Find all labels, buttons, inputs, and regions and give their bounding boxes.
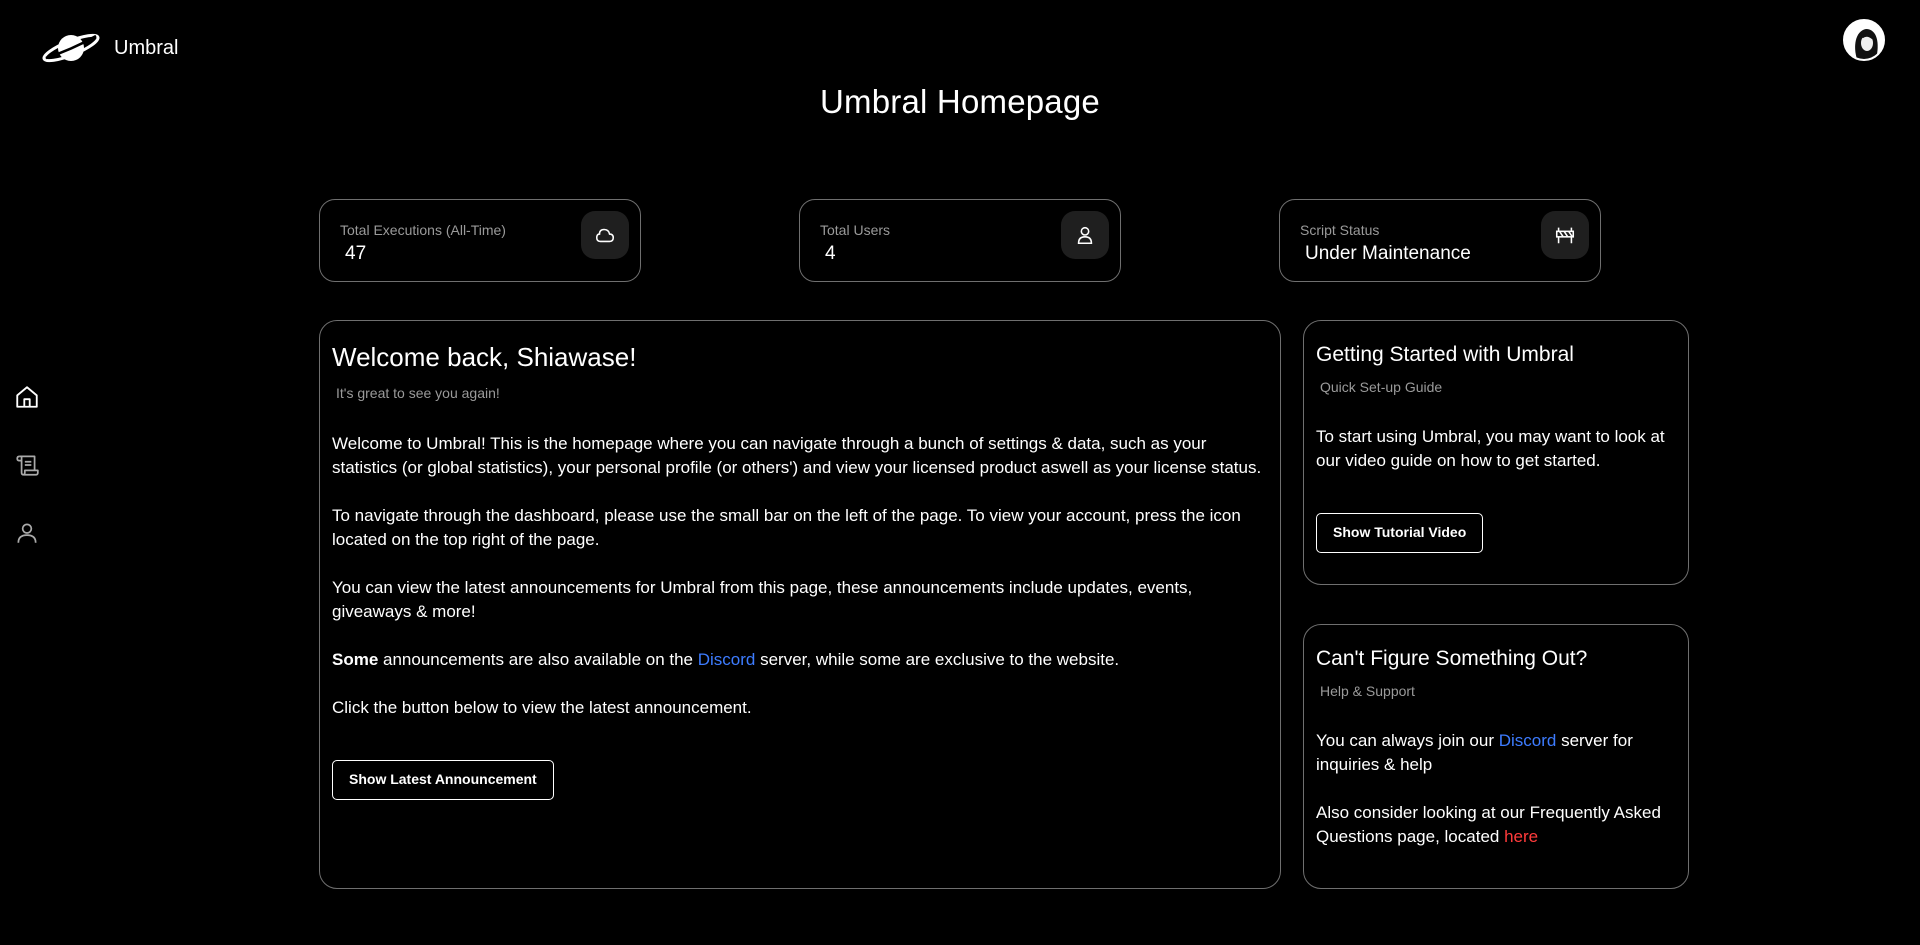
- welcome-paragraph: Welcome to Umbral! This is the homepage …: [332, 434, 1262, 477]
- help-paragraph: Also consider looking at our Frequently …: [1316, 801, 1676, 849]
- stat-value: 4: [825, 243, 836, 264]
- planet-logo-icon: [42, 33, 100, 63]
- sidebar: [14, 384, 42, 588]
- home-icon: [16, 386, 38, 408]
- help-paragraph: You can always join our Discord server f…: [1316, 729, 1676, 777]
- stat-card-users: Total Users 4: [799, 199, 1121, 282]
- help-title: Can't Figure Something Out?: [1316, 647, 1588, 670]
- brand[interactable]: Umbral: [40, 28, 178, 68]
- discord-link[interactable]: Discord: [1499, 731, 1557, 750]
- text: server, while some are exclusive to the …: [755, 650, 1120, 669]
- stat-card-script-status: Script Status Under Maintenance: [1279, 199, 1601, 282]
- welcome-paragraph: Some announcements are also available on…: [332, 648, 1268, 672]
- faq-link[interactable]: here: [1504, 827, 1538, 846]
- getting-started-title: Getting Started with Umbral: [1316, 343, 1574, 366]
- help-card: Can't Figure Something Out? Help & Suppo…: [1303, 624, 1689, 889]
- sidebar-item-scripts[interactable]: [14, 452, 42, 480]
- show-latest-announcement-button[interactable]: Show Latest Announcement: [332, 760, 554, 800]
- stat-label: Total Users: [820, 222, 891, 238]
- cloud-icon: [595, 228, 615, 243]
- help-subtitle: Help & Support: [1320, 683, 1415, 699]
- welcome-title: Welcome back, Shiawase!: [332, 342, 637, 372]
- getting-started-card: Getting Started with Umbral Quick Set-up…: [1303, 320, 1689, 585]
- text: announcements are also available on the: [378, 650, 698, 669]
- getting-started-body: To start using Umbral, you may want to l…: [1316, 427, 1665, 470]
- stat-label: Total Executions (All-Time): [340, 222, 506, 238]
- text: You can always join our: [1316, 731, 1499, 750]
- sidebar-item-profile[interactable]: [14, 520, 42, 548]
- text: Also consider looking at our Frequently …: [1316, 803, 1661, 846]
- page-title: Umbral Homepage: [820, 83, 1100, 120]
- homepage: Umbral Umbral Homepage Total Executions …: [0, 0, 1920, 945]
- user-avatar[interactable]: [1843, 19, 1885, 61]
- user-icon: [17, 523, 37, 543]
- welcome-paragraph: You can view the latest announcements fo…: [332, 578, 1193, 621]
- stat-card-executions: Total Executions (All-Time) 47: [319, 199, 641, 282]
- stat-icon-box: [1541, 211, 1589, 259]
- welcome-subtitle: It's great to see you again!: [336, 385, 500, 401]
- app-name: Umbral: [114, 36, 179, 59]
- stat-value: 47: [345, 243, 367, 264]
- stat-label: Script Status: [1300, 222, 1380, 238]
- stat-value: Under Maintenance: [1305, 243, 1471, 264]
- welcome-paragraph: To navigate through the dashboard, pleas…: [332, 506, 1241, 549]
- welcome-paragraph: Click the button below to view the lates…: [332, 698, 752, 717]
- show-tutorial-video-button[interactable]: Show Tutorial Video: [1316, 513, 1484, 553]
- welcome-card: Welcome back, Shiawase! It's great to se…: [319, 320, 1281, 889]
- stat-icon-box: [581, 211, 629, 259]
- bold-text: Some: [332, 650, 379, 669]
- avatar-image: [1845, 21, 1883, 59]
- sidebar-item-home[interactable]: [14, 384, 42, 412]
- discord-link[interactable]: Discord: [698, 650, 756, 669]
- user-icon: [1077, 226, 1093, 245]
- stat-icon-box: [1061, 211, 1109, 259]
- getting-started-subtitle: Quick Set-up Guide: [1320, 379, 1443, 395]
- scroll-icon: [16, 455, 39, 476]
- barrier-icon: [1555, 227, 1575, 244]
